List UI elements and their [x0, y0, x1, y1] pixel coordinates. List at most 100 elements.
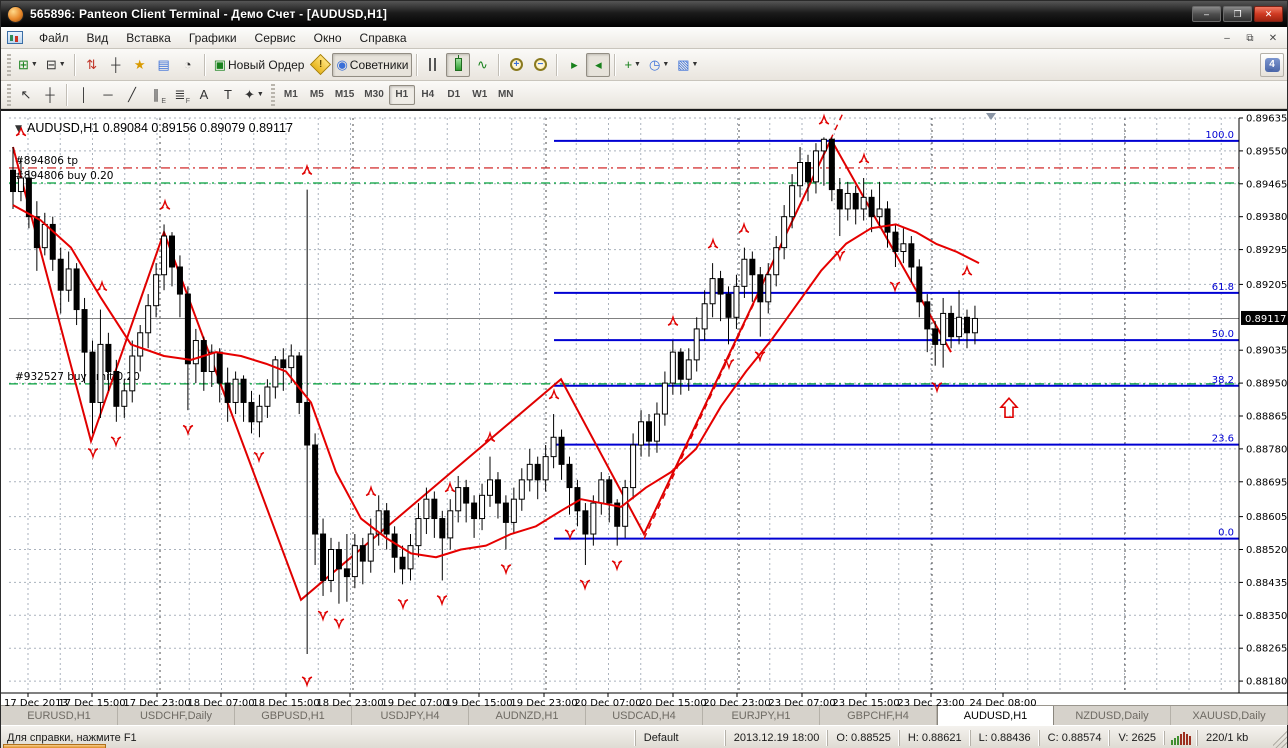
bull-candle [153, 274, 160, 307]
bull-candle [423, 498, 430, 520]
price-chart[interactable]: 0.89635 0.89550 0.89465 0.89380 0.89295 0.892… [1, 111, 1288, 707]
trendline-button[interactable]: ╱ [120, 84, 144, 106]
menu-item-файл[interactable]: Файл [30, 29, 78, 47]
navigator-button[interactable]: ★ [128, 53, 152, 77]
periods-button[interactable]: ◷ ▼ [645, 53, 673, 77]
line-chart-type-button[interactable]: ∿ [470, 53, 494, 77]
new-order-button[interactable]: ▣ Новый Ордер [210, 53, 309, 77]
resize-grip[interactable] [1273, 726, 1287, 748]
chart-shift-marker-icon[interactable] [986, 113, 996, 120]
auto-scroll-button[interactable]: ▸ [562, 53, 586, 77]
chart-tab-gbpusd-h1[interactable]: GBPUSD,H1 [235, 706, 352, 725]
timeframe-mn-button[interactable]: MN [493, 85, 519, 105]
chart-tab-audusd-h1[interactable]: AUDUSD,H1 [937, 706, 1054, 725]
vertical-line-button[interactable]: │ [72, 84, 96, 106]
chart-tab-audnzd-h1[interactable]: AUDNZD,H1 [469, 706, 586, 725]
fractal-down-icon [333, 618, 345, 630]
terminal-icon: ▤ [157, 56, 170, 72]
bull-candle [510, 498, 517, 523]
bear-candle [439, 518, 446, 539]
timeframe-d1-button[interactable]: D1 [441, 85, 467, 105]
timeframe-m1-button[interactable]: M1 [278, 85, 304, 105]
menu-item-вставка[interactable]: Вставка [117, 29, 180, 47]
zoom-out-button-icon: − [533, 58, 547, 71]
timeframe-h1-button[interactable]: H1 [388, 84, 415, 105]
bar-chart-type-button[interactable] [422, 53, 446, 77]
timeframe-m30-button[interactable]: M30 [359, 85, 388, 105]
templates-button[interactable]: ▧ ▼ [673, 53, 702, 77]
menu-item-сервис[interactable]: Сервис [246, 29, 305, 47]
chart-tab-usdchf-daily[interactable]: USDCHF,Daily [118, 706, 235, 725]
chart-tab-nzdusd-daily[interactable]: NZDUSD,Daily [1054, 706, 1171, 725]
timeframe-w1-button[interactable]: W1 [467, 85, 493, 105]
chart-shift-button[interactable]: ◂ [586, 52, 611, 77]
cursor-icon: ↖ [20, 86, 32, 102]
chart-pane: 0.89635 0.89550 0.89465 0.89380 0.89295 0.892… [1, 109, 1288, 707]
chart-minimize-button[interactable]: – [1217, 30, 1237, 46]
expert-advisors-button[interactable]: ◉ Советники [332, 52, 413, 77]
menu-item-вид[interactable]: Вид [78, 29, 118, 47]
chart-tab-eurusd-h1[interactable]: EURUSD,H1 [1, 706, 118, 725]
close-button[interactable]: ✕ [1254, 6, 1283, 22]
toolbar-grip[interactable] [7, 83, 11, 106]
chart-tab-gbpchf-h4[interactable]: GBPCHF,H4 [820, 706, 937, 725]
bull-candle [415, 518, 422, 547]
bear-candle [25, 177, 32, 218]
crosshair-button[interactable]: ┼ [38, 84, 62, 106]
minimize-button[interactable]: – [1192, 6, 1221, 22]
timeframe-h4-button[interactable]: H4 [415, 85, 441, 105]
chart-tab-eurjpy-h1[interactable]: EURJPY,H1 [703, 706, 820, 725]
chart-tab-usdjpy-h4[interactable]: USDJPY,H4 [352, 706, 469, 725]
zoom-in-button[interactable]: + [504, 53, 528, 77]
strategy-tester-button[interactable]: ◔ [176, 53, 200, 77]
bull-candle [844, 192, 851, 210]
text-button[interactable]: A [192, 84, 216, 106]
maximize-button[interactable]: ❐ [1223, 6, 1252, 22]
chart-restore-button[interactable]: ⧉ [1240, 30, 1260, 46]
toolbar-grip[interactable] [270, 83, 275, 106]
notifications-button[interactable]: 4 [1260, 52, 1284, 77]
zoom-out-button[interactable]: − [528, 53, 552, 77]
menu-item-окно[interactable]: Окно [305, 29, 351, 47]
bull-candle [860, 196, 867, 210]
chart-close-button[interactable]: ✕ [1263, 30, 1283, 46]
profiles-button[interactable]: ⊟ ▼ [42, 53, 70, 77]
price-axis-label: 0.89465 [1246, 179, 1287, 190]
bear-candle [176, 266, 183, 295]
bear-candle [749, 258, 756, 276]
market-watch-button[interactable]: ⇅ [80, 53, 104, 77]
toolbar-grip[interactable] [7, 53, 11, 76]
zigzag-indicator-line [12, 137, 952, 602]
terminal-button[interactable]: ▤ [152, 53, 176, 77]
chevron-down-icon: ▼ [58, 61, 66, 68]
indicators-button[interactable]: + ▼ [620, 53, 645, 77]
chart-shift-icon: ◂ [595, 56, 602, 72]
menu-item-справка[interactable]: Справка [351, 29, 416, 47]
alerts-button[interactable]: ! [308, 53, 332, 77]
fractal-up-icon [444, 481, 456, 493]
bull-candle [820, 138, 827, 152]
arrows-button[interactable]: ✦ ▼ [240, 84, 268, 106]
channel-button[interactable]: ∥ E [144, 84, 168, 106]
bear-candle [105, 343, 112, 372]
menu-item-графики[interactable]: Графики [180, 29, 246, 47]
fibonacci-button[interactable]: ≣ F [168, 84, 192, 106]
price-axis-label: 0.89035 [1246, 346, 1287, 357]
label-button[interactable]: T [216, 84, 240, 106]
horizontal-line-button[interactable]: ─ [96, 84, 120, 106]
new-chart-button[interactable]: ⊞ ▼ [14, 53, 42, 77]
fractal-down-icon [611, 560, 623, 572]
chart-tab-usdcad-h4[interactable]: USDCAD,H4 [586, 706, 703, 725]
timeframe-m5-button[interactable]: M5 [304, 85, 330, 105]
trendline-icon: ╱ [128, 86, 136, 102]
bear-candle [471, 502, 478, 520]
data-window-button[interactable]: ┼ [104, 53, 128, 77]
timeframe-m15-button[interactable]: M15 [330, 85, 359, 105]
new-order-label: Новый Ордер [227, 57, 305, 72]
chart-tab-xauusd-daily[interactable]: XAUUSD,Daily [1171, 706, 1288, 725]
cursor-button[interactable]: ↖ [14, 84, 38, 106]
toolbar-separator [66, 83, 68, 106]
candlestick-chart-type-button[interactable] [446, 52, 471, 77]
status-profile[interactable]: Default [634, 729, 725, 746]
price-axis-label: 0.89295 [1246, 245, 1287, 256]
